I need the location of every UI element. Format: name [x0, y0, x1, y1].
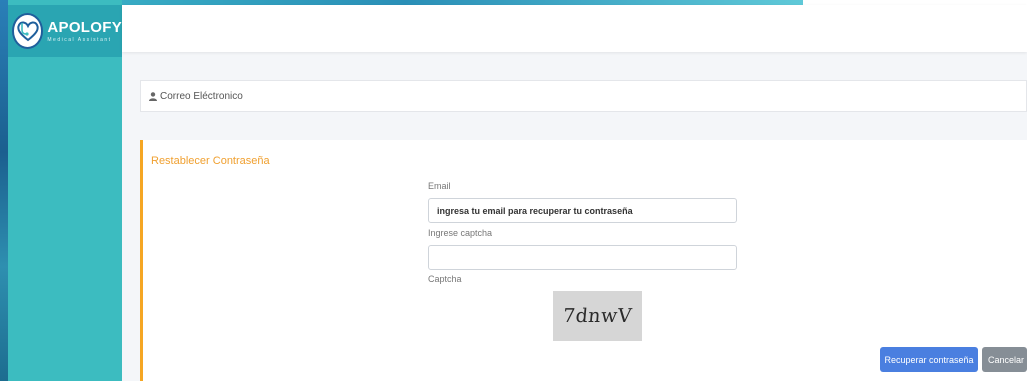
email-field[interactable]	[428, 198, 737, 223]
captcha-code: 7dnwV	[562, 305, 633, 327]
top-navbar	[122, 5, 1027, 52]
captcha-image: 7dnwV	[553, 291, 642, 341]
captcha-input[interactable]	[428, 245, 737, 270]
email-label: Email	[428, 181, 451, 191]
captcha-label: Captcha	[428, 274, 462, 284]
brand-subtitle: Medical Assistant	[47, 37, 112, 43]
sidebar: APOLOFY Medical Assistant	[8, 0, 122, 381]
brand-logo[interactable]: APOLOFY Medical Assistant	[8, 5, 122, 57]
user-icon	[149, 91, 157, 101]
section-header: Correo Eléctronico	[140, 80, 1027, 112]
stethoscope-heart-icon	[12, 13, 44, 49]
panel-title: Restablecer Contraseña	[151, 155, 270, 167]
recover-password-button[interactable]: Recuperar contraseña	[880, 347, 978, 372]
cancel-button[interactable]: Cancelar	[982, 347, 1027, 372]
background-strip	[0, 0, 8, 381]
section-title: Correo Eléctronico	[160, 90, 243, 102]
captcha-input-label: Ingrese captcha	[428, 228, 493, 238]
brand-name: APOLOFY	[47, 19, 122, 36]
